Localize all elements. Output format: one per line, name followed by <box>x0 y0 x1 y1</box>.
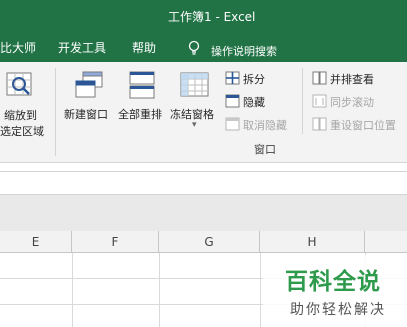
unhide-button[interactable]: 取消隐藏 <box>225 116 300 133</box>
tell-me-search[interactable]: 操作说明搜索 <box>211 43 277 59</box>
grid-line <box>260 253 261 327</box>
freeze-panes-icon <box>180 72 209 97</box>
column-header-g[interactable]: G <box>159 231 260 253</box>
watermark-subtitle: 助你轻松解决 <box>290 302 386 318</box>
arrange-all-icon <box>129 71 155 99</box>
column-header-h[interactable]: H <box>260 231 365 253</box>
sheet-header-spacer <box>0 195 407 231</box>
ribbon-separator <box>55 68 56 156</box>
new-window-icon <box>75 71 103 98</box>
zoom-to-selection-button[interactable]: 缩放到 选定区域 <box>0 68 48 138</box>
zoom-to-selection-line1: 缩放到 <box>4 109 37 122</box>
reset-window-position-label: 重设窗口位置 <box>330 119 396 132</box>
split-button[interactable]: 拆分 <box>225 70 285 87</box>
new-window-button[interactable]: 新建窗口 <box>62 68 116 124</box>
zoom-to-selection-icon <box>6 72 32 96</box>
view-side-by-side-button[interactable]: 并排查看 <box>312 70 402 87</box>
view-side-by-side-label: 并排查看 <box>330 73 374 86</box>
sync-scroll-button[interactable]: 同步滚动 <box>312 93 402 110</box>
lightbulb-icon[interactable] <box>186 40 202 56</box>
grid-line <box>72 253 73 327</box>
watermark-title: 百科全说 <box>285 269 381 295</box>
column-header-e[interactable]: E <box>0 231 72 253</box>
tab-developer[interactable]: 开发工具 <box>58 39 106 56</box>
zoom-to-selection-line2: 选定区域 <box>0 125 44 138</box>
column-header-row: E F G H <box>0 231 407 253</box>
chevron-down-icon: ▾ <box>192 120 197 130</box>
new-window-label: 新建窗口 <box>64 108 108 121</box>
column-header-f[interactable]: F <box>72 231 159 253</box>
ribbon-separator <box>302 68 303 134</box>
grid-line <box>159 253 160 327</box>
reset-window-icon <box>312 117 327 131</box>
hide-button[interactable]: 隐藏 <box>225 93 285 110</box>
split-label: 拆分 <box>243 73 265 86</box>
sync-scroll-label: 同步滚动 <box>330 96 374 109</box>
hide-label: 隐藏 <box>243 96 265 109</box>
sync-scroll-icon <box>312 94 327 108</box>
unhide-label: 取消隐藏 <box>243 119 287 132</box>
window-title: 工作簿1 - Excel <box>168 10 256 24</box>
reset-window-position-button[interactable]: 重设窗口位置 <box>312 116 407 133</box>
freeze-panes-button[interactable]: 冻结窗格 ▾ <box>170 68 222 136</box>
arrange-all-button[interactable]: 全部重排 <box>118 68 172 124</box>
formula-bar[interactable] <box>0 171 407 195</box>
tab-help[interactable]: 帮助 <box>132 39 156 56</box>
side-by-side-icon <box>312 71 327 85</box>
ribbon-gap <box>0 163 407 171</box>
hide-icon <box>225 94 240 108</box>
tab-addin[interactable]: 比大师 <box>0 39 36 56</box>
arrange-all-label: 全部重排 <box>118 108 162 121</box>
window-group-label: 窗口 <box>254 143 276 156</box>
column-header-i[interactable] <box>365 231 407 253</box>
split-icon <box>225 71 240 85</box>
unhide-icon <box>225 117 240 131</box>
